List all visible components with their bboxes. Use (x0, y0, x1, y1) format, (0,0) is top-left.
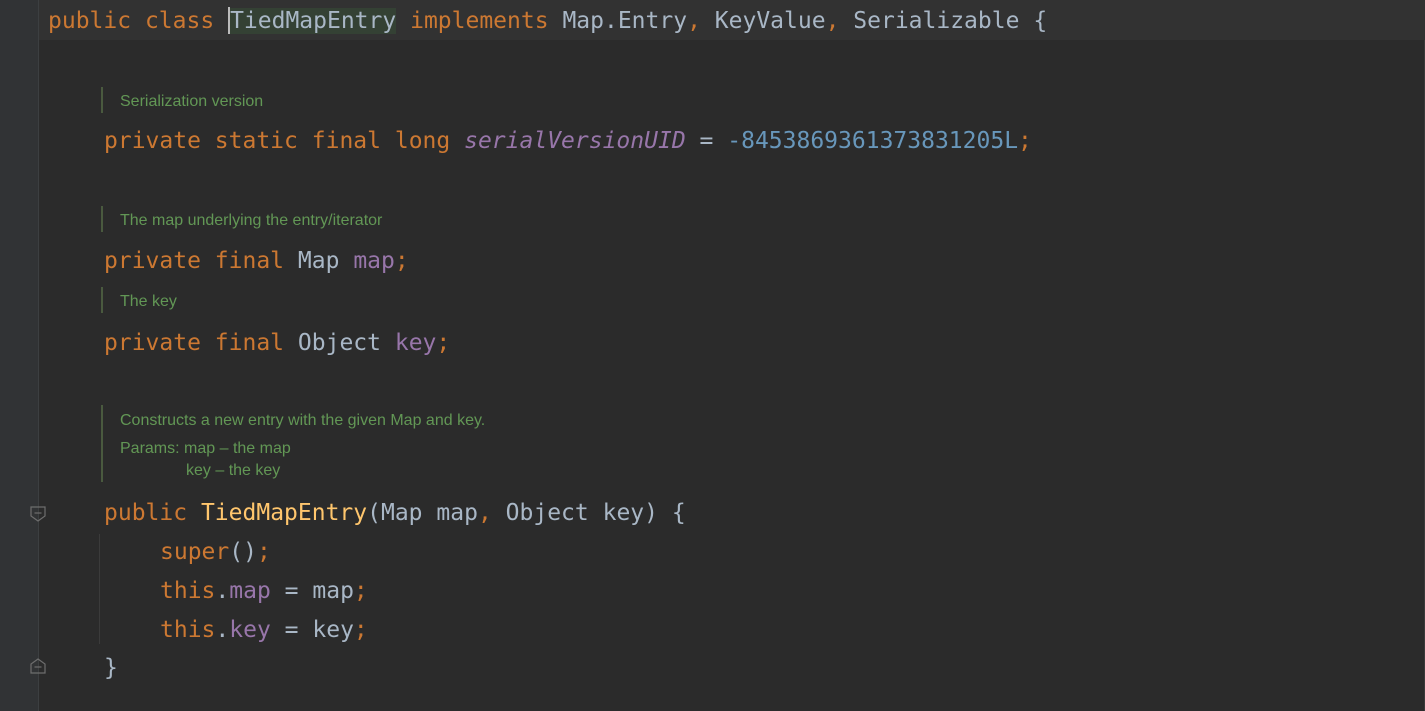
semicolon: ; (256, 539, 271, 565)
close-paren: ) (644, 500, 659, 526)
open-brace: { (671, 500, 686, 526)
serial-value: -8453869361373831205L (727, 128, 1019, 154)
interface-serializable[interactable]: Serializable (853, 8, 1019, 34)
param-type-map[interactable]: Map (381, 500, 423, 526)
javadoc-text: Serialization version (120, 93, 264, 110)
keyword-public: public (48, 8, 132, 34)
javadoc-constructor[interactable]: Constructs a new entry with the given Ma… (101, 405, 485, 482)
keyword-private: private (104, 330, 201, 356)
assign-operator: = (284, 617, 299, 643)
map-field-line[interactable]: private final Map map; (104, 246, 409, 276)
class-name[interactable]: TiedMapEntry (230, 8, 397, 34)
javadoc-param-map: map – the map (184, 440, 291, 457)
closing-brace-line[interactable]: } (104, 653, 118, 683)
semicolon: ; (353, 578, 368, 604)
fold-end-icon[interactable] (29, 657, 47, 675)
keyword-final: final (214, 330, 285, 356)
javadoc-summary: Constructs a new entry with the given Ma… (120, 412, 486, 429)
assign-map-line[interactable]: this.map = map; (160, 576, 368, 606)
keyword-long: long (394, 128, 451, 154)
semicolon: ; (436, 330, 451, 356)
field-map-ref[interactable]: map (229, 578, 271, 604)
keyword-final: final (214, 248, 285, 274)
assign-key-line[interactable]: this.key = key; (160, 615, 368, 645)
keyword-final: final (311, 128, 381, 154)
field-serial-version-uid[interactable]: serialVersionUID (464, 128, 686, 154)
comma: , (477, 500, 492, 526)
semicolon: ; (1018, 128, 1032, 154)
gutter-divider (38, 0, 39, 711)
type-map[interactable]: Map (298, 248, 340, 274)
semicolon: ; (353, 617, 368, 643)
javadoc-params-row: Params: map – the map (120, 438, 485, 460)
javadoc-text: The key (120, 293, 177, 310)
comma: , (687, 8, 701, 34)
keyword-private: private (104, 248, 201, 274)
param-map-ref[interactable]: map (312, 578, 354, 604)
param-type-object[interactable]: Object (506, 500, 589, 526)
constructor-name[interactable]: TiedMapEntry (201, 500, 367, 526)
semicolon: ; (394, 248, 409, 274)
close-brace: } (104, 655, 118, 681)
field-key-ref[interactable]: key (229, 617, 271, 643)
keyword-super: super (160, 539, 230, 565)
field-key[interactable]: key (395, 330, 437, 356)
field-map[interactable]: map (353, 248, 395, 274)
javadoc-key[interactable]: The key (101, 287, 177, 313)
parens: () (229, 539, 257, 565)
javadoc-text: The map underlying the entry/iterator (120, 212, 383, 229)
keyword-public: public (104, 500, 188, 526)
type-object[interactable]: Object (298, 330, 381, 356)
keyword-static: static (214, 128, 298, 154)
interface-keyvalue[interactable]: KeyValue (715, 8, 826, 34)
open-brace: { (1033, 8, 1048, 34)
comma: , (825, 8, 840, 34)
javadoc-params-label: Params: (120, 440, 180, 457)
editor-gutter (0, 0, 38, 711)
constructor-signature-line[interactable]: public TiedMapEntry(Map map, Object key)… (104, 498, 686, 528)
dot: . (215, 578, 230, 604)
keyword-this: this (160, 617, 216, 643)
param-key[interactable]: key (603, 500, 645, 526)
super-call-line[interactable]: super(); (160, 537, 271, 567)
assign-operator: = (699, 128, 714, 154)
fold-collapse-icon[interactable] (29, 505, 47, 523)
param-map[interactable]: map (436, 500, 478, 526)
javadoc-map[interactable]: The map underlying the entry/iterator (101, 206, 382, 232)
interface-map-entry[interactable]: Map.Entry (562, 8, 687, 34)
keyword-private: private (104, 128, 201, 154)
indent-guide (99, 534, 100, 644)
javadoc-param-key: key – the key (186, 462, 281, 479)
javadoc-serial[interactable]: Serialization version (101, 87, 263, 113)
class-declaration-line[interactable]: public class TiedMapEntry implements Map… (48, 6, 1047, 36)
keyword-implements: implements (410, 8, 549, 34)
dot: . (215, 617, 230, 643)
serial-version-line[interactable]: private static final long serialVersionU… (104, 126, 1032, 156)
key-field-line[interactable]: private final Object key; (104, 328, 450, 358)
open-paren: ( (367, 500, 381, 526)
keyword-class: class (144, 8, 215, 34)
assign-operator: = (284, 578, 299, 604)
keyword-this: this (160, 578, 216, 604)
param-key-ref[interactable]: key (312, 617, 354, 643)
